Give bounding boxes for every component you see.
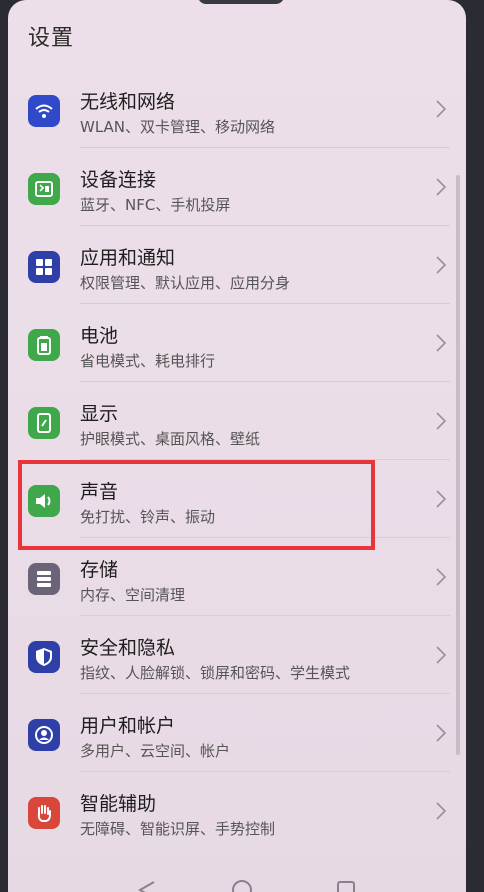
- settings-item-wireless-network[interactable]: 无线和网络 WLAN、双卡管理、移动网络: [8, 70, 466, 148]
- settings-item-subtitle: 护眼模式、桌面风格、壁纸: [80, 430, 261, 448]
- settings-item-subtitle: 无障碍、智能识屏、手势控制: [80, 820, 276, 838]
- chevron-right-icon: [436, 412, 447, 430]
- chevron-right-icon: [436, 568, 447, 586]
- settings-item-sound[interactable]: 声音 免打扰、铃声、振动: [8, 460, 466, 538]
- settings-item-subtitle: 内存、空间清理: [80, 586, 186, 604]
- settings-screen: 设置 无线和网络 WLAN、双卡管理、移动网络 设备连接 蓝牙、NFC、手机投屏: [8, 0, 466, 892]
- settings-item-title: 应用和通知: [80, 247, 176, 269]
- display-icon: [28, 407, 60, 439]
- shield-icon: [28, 641, 60, 673]
- settings-item-users-accounts[interactable]: 用户和帐户 多用户、云空间、帐户: [8, 694, 466, 772]
- settings-item-display[interactable]: 显示 护眼模式、桌面风格、壁纸: [8, 382, 466, 460]
- settings-item-subtitle: 省电模式、耗电排行: [80, 352, 216, 370]
- page-title: 设置: [28, 26, 75, 51]
- settings-item-title: 设备连接: [80, 169, 157, 191]
- chevron-right-icon: [436, 100, 447, 118]
- settings-item-subtitle: 免打扰、铃声、振动: [80, 508, 216, 526]
- storage-icon: [28, 563, 60, 595]
- settings-list: 无线和网络 WLAN、双卡管理、移动网络 设备连接 蓝牙、NFC、手机投屏 应用…: [8, 70, 466, 850]
- camera-notch: [198, 0, 284, 4]
- chevron-right-icon: [436, 490, 447, 508]
- settings-item-title: 存储: [80, 559, 119, 581]
- recent-apps-icon[interactable]: [334, 876, 358, 892]
- settings-item-title: 电池: [80, 325, 119, 347]
- chevron-right-icon: [436, 802, 447, 820]
- hand-icon: [28, 797, 60, 829]
- settings-item-subtitle: 蓝牙、NFC、手机投屏: [80, 196, 231, 214]
- settings-item-title: 无线和网络: [80, 91, 176, 113]
- apps-grid-icon: [28, 251, 60, 283]
- settings-item-subtitle: 指纹、人脸解锁、锁屏和密码、学生模式: [80, 664, 351, 682]
- wifi-icon: [28, 95, 60, 127]
- settings-item-device-connection[interactable]: 设备连接 蓝牙、NFC、手机投屏: [8, 148, 466, 226]
- settings-item-subtitle: 权限管理、默认应用、应用分身: [80, 274, 291, 292]
- settings-item-security-privacy[interactable]: 安全和隐私 指纹、人脸解锁、锁屏和密码、学生模式: [8, 616, 466, 694]
- speaker-icon: [28, 485, 60, 517]
- settings-item-apps-notifications[interactable]: 应用和通知 权限管理、默认应用、应用分身: [8, 226, 466, 304]
- settings-item-title: 用户和帐户: [80, 715, 176, 737]
- home-icon[interactable]: [230, 876, 254, 892]
- chevron-right-icon: [436, 646, 447, 664]
- settings-item-subtitle: 多用户、云空间、帐户: [80, 742, 231, 760]
- settings-item-storage[interactable]: 存储 内存、空间清理: [8, 538, 466, 616]
- user-account-icon: [28, 719, 60, 751]
- settings-item-battery[interactable]: 电池 省电模式、耗电排行: [8, 304, 466, 382]
- settings-item-title: 安全和隐私: [80, 637, 176, 659]
- chevron-right-icon: [436, 334, 447, 352]
- navigation-bar: [8, 874, 466, 892]
- scrollbar[interactable]: [456, 175, 460, 755]
- battery-icon: [28, 329, 60, 361]
- settings-item-title: 显示: [80, 403, 119, 425]
- chevron-right-icon: [436, 178, 447, 196]
- device-connect-icon: [28, 173, 60, 205]
- chevron-right-icon: [436, 724, 447, 742]
- back-icon[interactable]: [134, 878, 158, 892]
- settings-item-subtitle: WLAN、双卡管理、移动网络: [80, 118, 276, 136]
- settings-item-smart-assist[interactable]: 智能辅助 无障碍、智能识屏、手势控制: [8, 772, 466, 850]
- settings-item-title: 声音: [80, 481, 119, 503]
- chevron-right-icon: [436, 256, 447, 274]
- settings-item-title: 智能辅助: [80, 793, 157, 815]
